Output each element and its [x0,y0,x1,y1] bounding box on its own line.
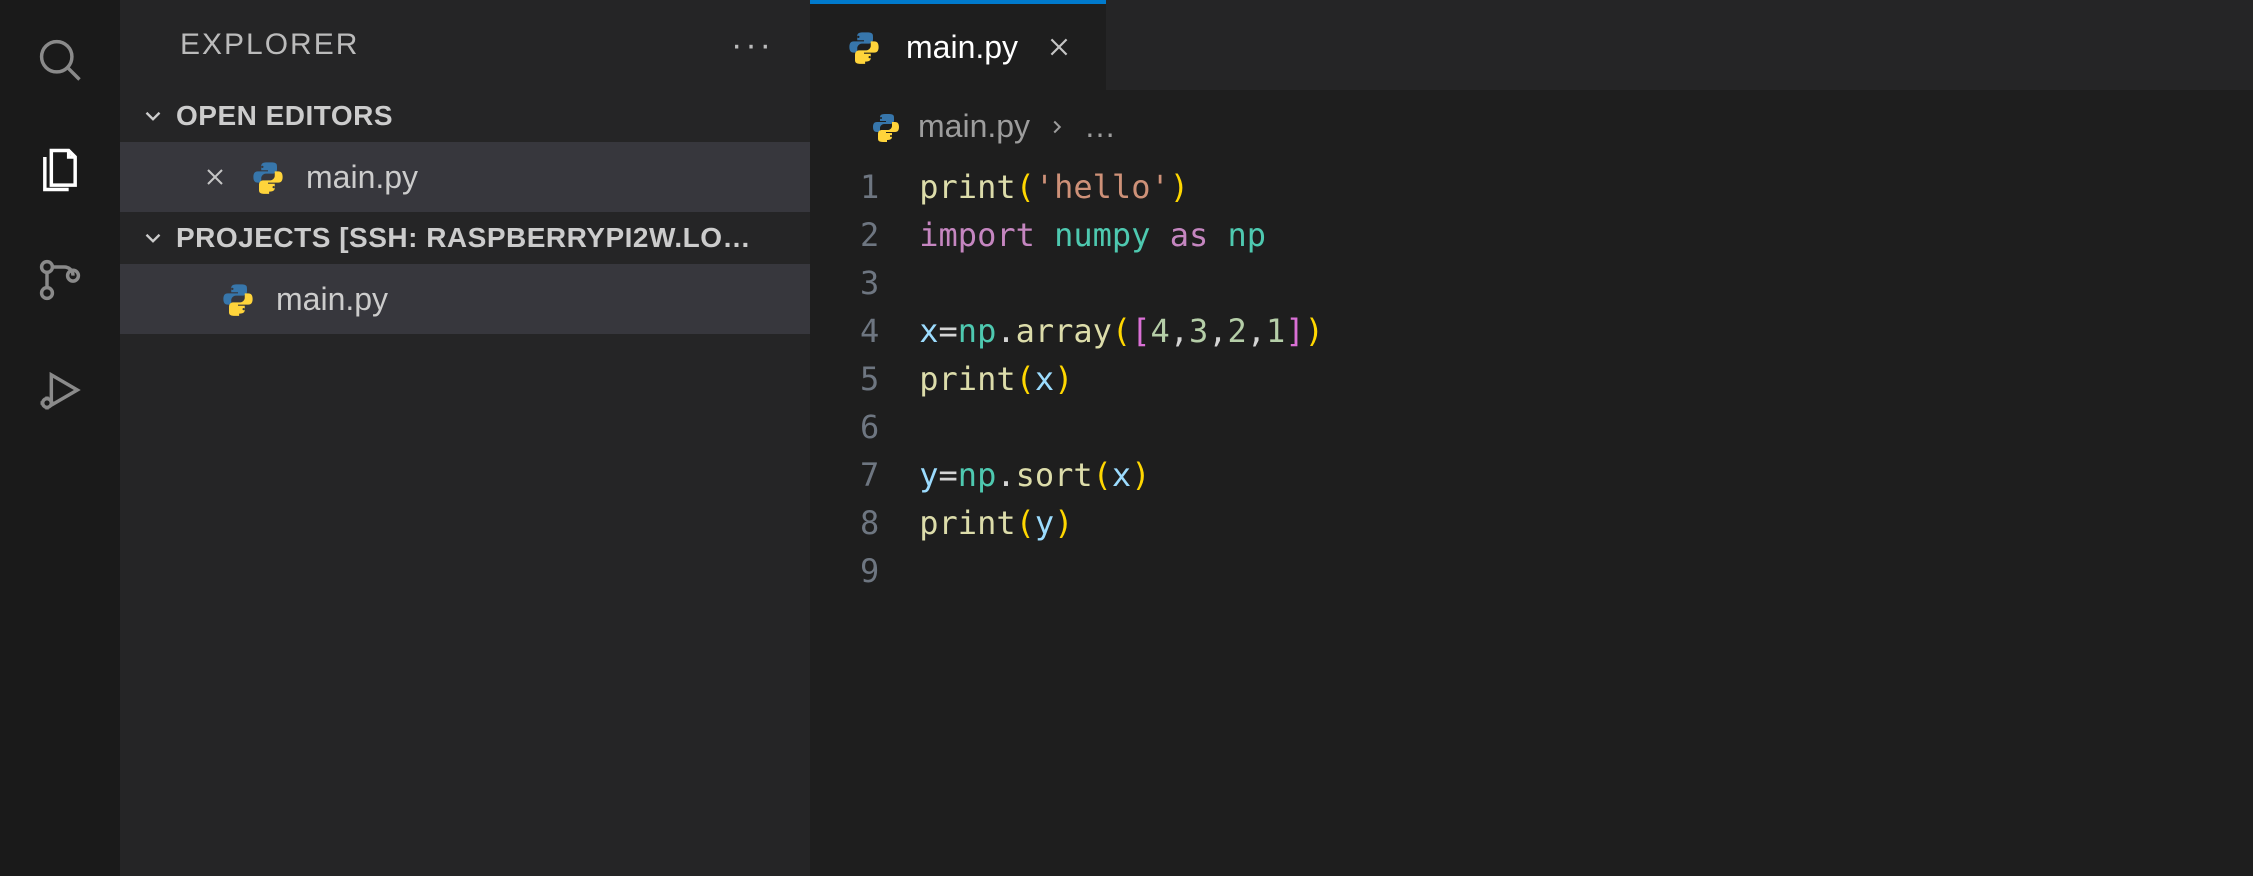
workspace-file-name: main.py [276,281,388,318]
code-line: import numpy as np [919,211,1324,259]
breadcrumb-ellipsis: … [1084,108,1116,145]
search-icon[interactable] [30,30,90,90]
python-file-icon [250,159,286,195]
code-line [919,259,1324,307]
close-icon[interactable] [200,165,230,189]
code-editor[interactable]: 1 2 3 4 5 6 7 8 9 print('hello') import … [810,163,2253,595]
explorer-icon[interactable] [30,140,90,200]
explorer-sidebar: EXPLORER ··· OPEN EDITORS main.py PROJEC… [120,0,810,876]
code-line [919,403,1324,451]
workspace-file-item[interactable]: main.py [120,264,810,334]
source-control-icon[interactable] [30,250,90,310]
code-line: print(x) [919,355,1324,403]
workspace-section[interactable]: PROJECTS [SSH: RASPBERRYPI2W.LO… [120,212,810,264]
activity-bar [0,0,120,876]
workspace-label: PROJECTS [SSH: RASPBERRYPI2W.LO… [176,222,751,254]
code-line: x=np.array([4,3,2,1]) [919,307,1324,355]
code-line: print(y) [919,499,1324,547]
python-file-icon [846,29,882,65]
code-line: y=np.sort(x) [919,451,1324,499]
editor-tab[interactable]: main.py [810,0,1106,90]
open-editors-label: OPEN EDITORS [176,100,393,132]
breadcrumb-filename: main.py [918,108,1030,145]
code-content: print('hello') import numpy as np x=np.a… [919,163,1324,595]
explorer-title: EXPLORER [180,28,359,62]
close-icon[interactable] [1042,30,1076,64]
chevron-right-icon [1046,116,1068,138]
more-actions-icon[interactable]: ··· [731,26,774,65]
python-file-icon [220,281,256,317]
tab-bar: main.py [810,0,2253,90]
open-editor-item[interactable]: main.py [120,142,810,212]
breadcrumb[interactable]: main.py … [810,90,2253,163]
chevron-down-icon [140,225,166,251]
code-line: print('hello') [919,163,1324,211]
code-line [919,547,1324,595]
explorer-header: EXPLORER ··· [120,0,810,90]
python-file-icon [870,111,902,143]
line-gutter: 1 2 3 4 5 6 7 8 9 [830,163,919,595]
tab-filename: main.py [906,29,1018,66]
run-debug-icon[interactable] [30,360,90,420]
open-editor-filename: main.py [306,159,418,196]
editor-area: main.py main.py … 1 2 3 4 5 6 7 8 9 prin… [810,0,2253,876]
open-editors-section[interactable]: OPEN EDITORS [120,90,810,142]
chevron-down-icon [140,103,166,129]
